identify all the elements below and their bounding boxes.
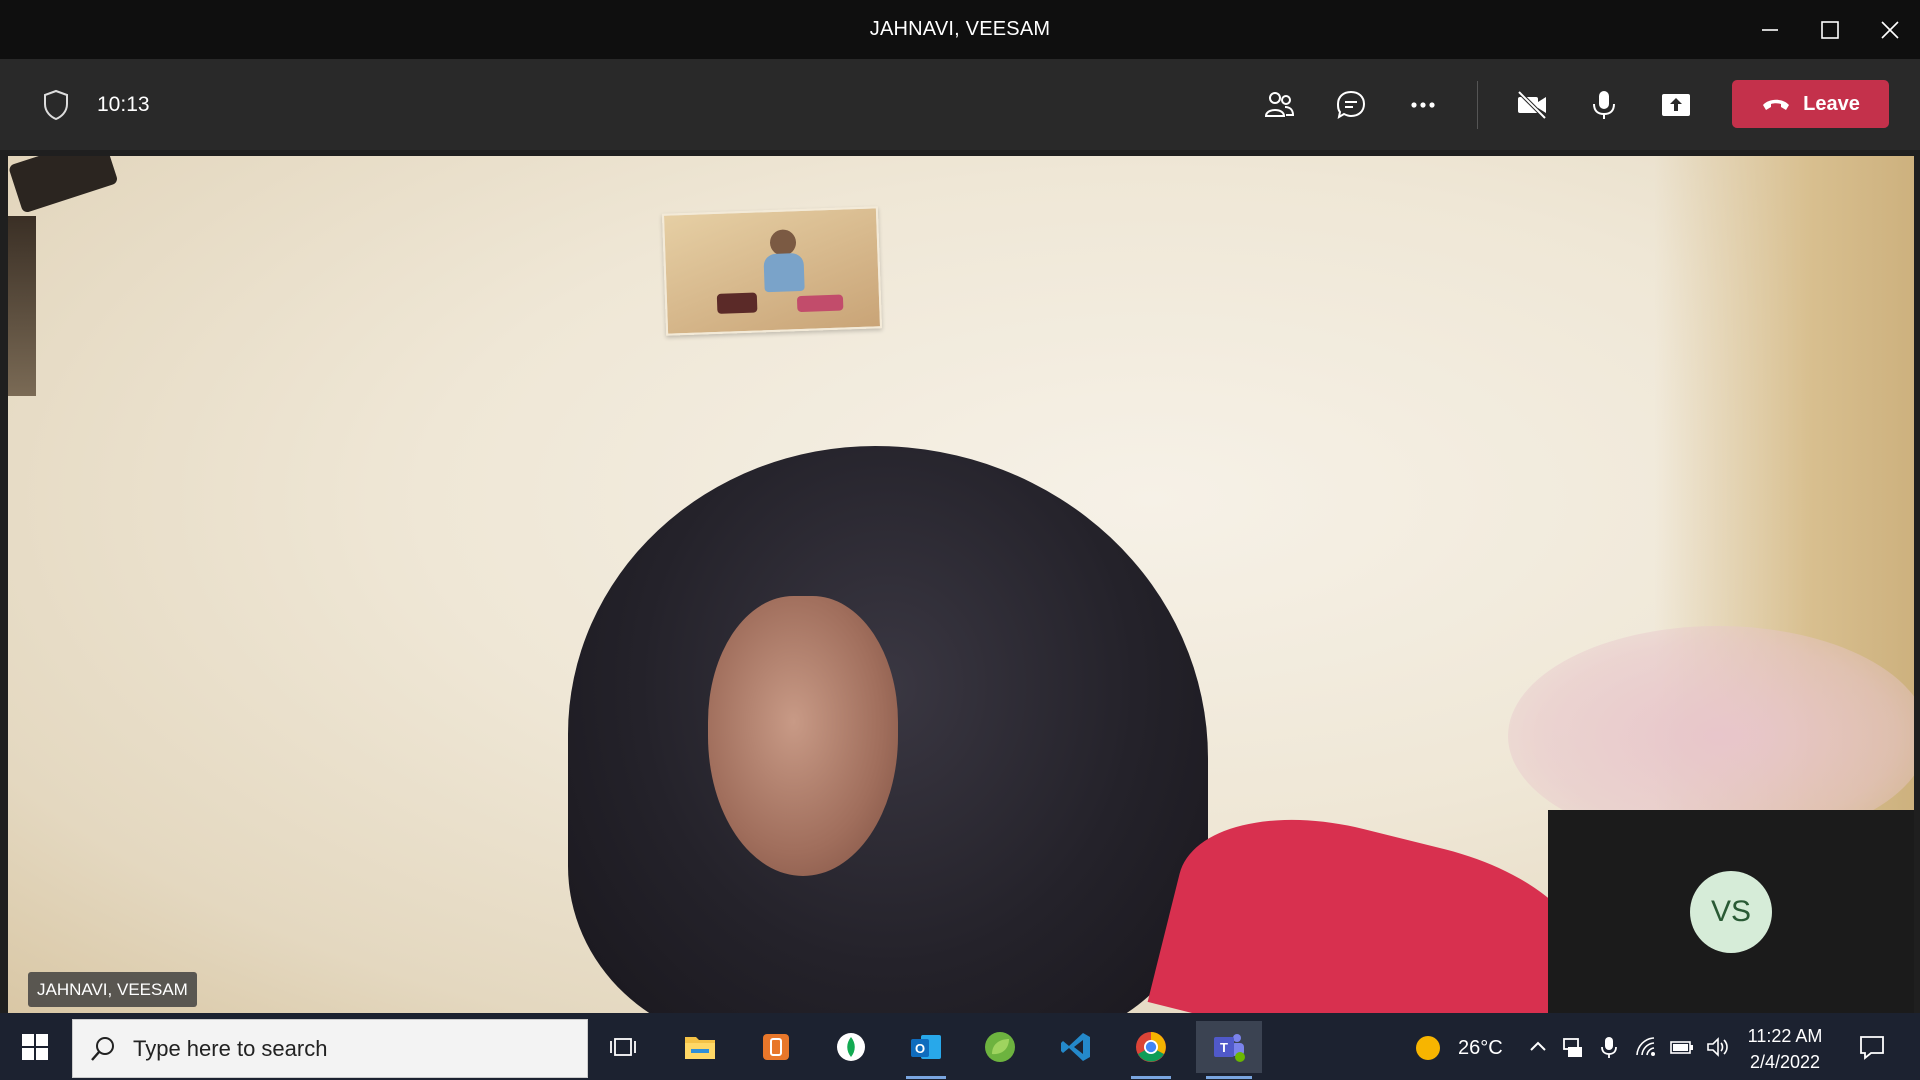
microphone-icon: [1593, 91, 1615, 119]
spring-tool-suite-button[interactable]: [970, 1021, 1030, 1073]
minimize-icon: [1762, 28, 1778, 31]
camera-off-icon: [1517, 90, 1547, 120]
windows-logo-icon: [22, 1033, 48, 1060]
chrome-icon: [1136, 1032, 1166, 1062]
participants-button[interactable]: [1253, 81, 1305, 129]
chat-icon: [1336, 90, 1366, 120]
person-shirt: [1147, 788, 1609, 1013]
orange-app-icon: [763, 1034, 789, 1060]
start-button[interactable]: [0, 1013, 70, 1080]
curtain-rod: [8, 156, 119, 214]
microphone-tray-icon[interactable]: [1597, 1035, 1621, 1059]
hang-up-icon: [1763, 99, 1790, 110]
close-button[interactable]: [1855, 0, 1920, 59]
close-icon: [1881, 20, 1899, 39]
self-view-tile[interactable]: VS: [1548, 810, 1914, 1013]
battery-icon[interactable]: [1670, 1035, 1694, 1059]
person-face: [708, 596, 898, 876]
leave-label: Leave: [1803, 92, 1860, 115]
teams-icon: T: [1214, 1034, 1245, 1062]
notifications-icon[interactable]: [1858, 1033, 1886, 1061]
maximize-icon: [1821, 20, 1839, 39]
meeting-timer: 10:13: [97, 93, 150, 116]
toolbar-divider: [1477, 81, 1478, 129]
vscode-button[interactable]: [1046, 1021, 1106, 1073]
camera-toggle-button[interactable]: [1506, 81, 1558, 129]
outlook-button[interactable]: O: [896, 1021, 956, 1079]
taskbar-search-box[interactable]: Type here to search: [72, 1019, 588, 1078]
network-drive-icon[interactable]: [1561, 1035, 1585, 1059]
volume-icon[interactable]: [1706, 1035, 1730, 1059]
window-title: JAHNAVI, VEESAM: [869, 18, 1051, 40]
vscode-icon: [1061, 1033, 1090, 1061]
task-view-button[interactable]: [593, 1021, 653, 1073]
mongodb-leaf-icon: [837, 1033, 865, 1061]
leave-button[interactable]: Leave: [1732, 80, 1889, 128]
people-icon: [1264, 92, 1295, 117]
file-explorer-button[interactable]: [670, 1021, 730, 1073]
meeting-toolbar: 10:13 Leave: [0, 59, 1920, 150]
outlook-icon: O: [911, 1035, 941, 1059]
taskbar-clock[interactable]: 11:22 AM 2/4/2022: [1740, 1023, 1830, 1075]
chrome-button[interactable]: [1121, 1021, 1181, 1079]
more-icon: [1411, 102, 1435, 108]
meeting-stage: JAHNAVI, VEESAM VS: [0, 150, 1920, 1013]
teams-button[interactable]: T: [1196, 1021, 1262, 1079]
clock-time: 11:22 AM: [1747, 1026, 1823, 1046]
title-bar: JAHNAVI, VEESAM: [0, 0, 1920, 59]
chevron-up-icon[interactable]: [1526, 1035, 1550, 1059]
svg-text:O: O: [915, 1041, 925, 1056]
participant-name-tag: JAHNAVI, VEESAM: [28, 972, 197, 1007]
svg-text:T: T: [1220, 1040, 1228, 1055]
share-icon: [1662, 94, 1690, 116]
search-placeholder: Type here to search: [133, 1035, 328, 1061]
weather-sun-icon[interactable]: [1414, 1034, 1442, 1062]
spring-leaf-icon: [985, 1032, 1015, 1062]
folder-icon: [685, 1037, 715, 1059]
app-orange-button[interactable]: [746, 1021, 806, 1073]
microphone-button[interactable]: [1578, 81, 1630, 129]
more-options-button[interactable]: [1397, 81, 1449, 129]
clock-date: 2/4/2022: [1749, 1052, 1821, 1072]
wifi-icon[interactable]: [1634, 1035, 1658, 1059]
share-screen-button[interactable]: [1650, 81, 1702, 129]
search-icon: [91, 1036, 114, 1061]
task-view-icon: [610, 1038, 636, 1056]
windows-taskbar: Type here to search O T 26°C 11:22 AM 2/…: [0, 1013, 1920, 1080]
wall-photo: [661, 206, 883, 336]
weather-temperature[interactable]: 26°C: [1458, 1037, 1503, 1060]
mongodb-compass-button[interactable]: [821, 1021, 881, 1073]
shield-icon[interactable]: [42, 89, 70, 121]
chat-button[interactable]: [1325, 81, 1377, 129]
avatar: VS: [1690, 871, 1772, 953]
